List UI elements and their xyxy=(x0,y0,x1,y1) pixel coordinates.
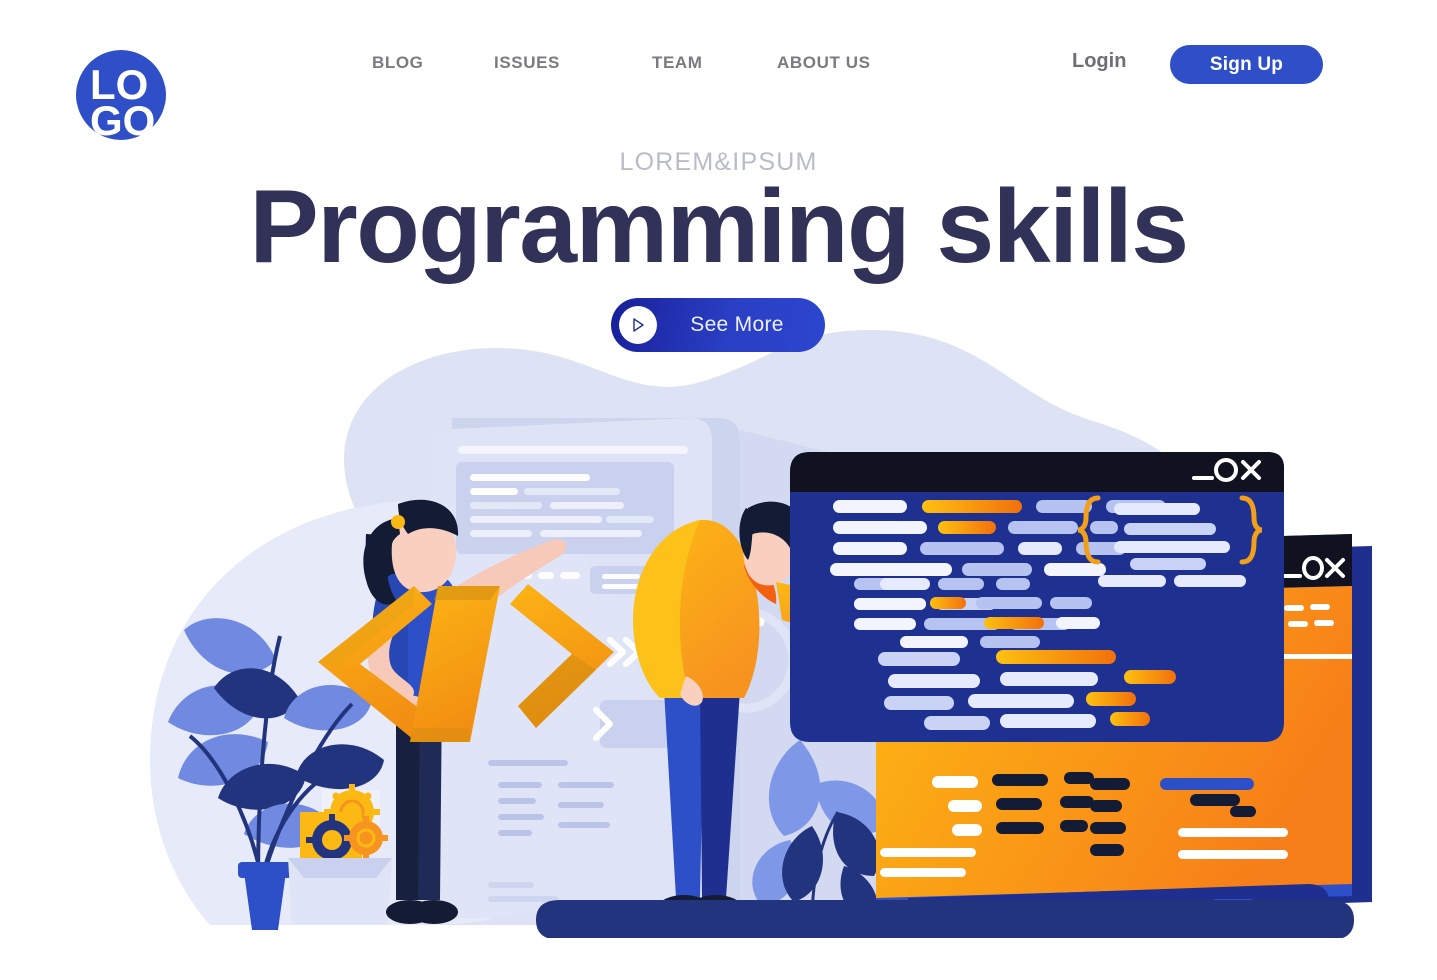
landing-page: LO GO x BLOG ISSUES TEAM ABOUT US Login … xyxy=(0,0,1437,980)
nav-item-team[interactable]: TEAM xyxy=(652,53,777,73)
main-nav: BLOG ISSUES TEAM ABOUT US xyxy=(372,53,917,73)
play-icon xyxy=(619,306,657,344)
site-header: LO GO x BLOG ISSUES TEAM ABOUT US Login … xyxy=(0,0,1437,145)
nav-item-blog[interactable]: BLOG xyxy=(372,53,494,73)
logo[interactable]: LO GO x xyxy=(74,47,168,143)
signup-button[interactable]: Sign Up xyxy=(1170,45,1323,84)
see-more-label: See More xyxy=(690,313,784,336)
page-title: Programming skills xyxy=(249,169,1189,285)
see-more-button[interactable]: See More xyxy=(611,298,825,352)
nav-item-issues[interactable]: ISSUES xyxy=(494,53,652,73)
hero-illustration xyxy=(0,0,1437,980)
nav-item-about-us[interactable]: ABOUT US xyxy=(777,53,917,73)
main-code-window xyxy=(790,452,1284,742)
ground-bar xyxy=(536,900,1354,940)
login-link[interactable]: Login xyxy=(1072,50,1126,73)
logo-circle-icon: LO GO x xyxy=(74,47,168,143)
